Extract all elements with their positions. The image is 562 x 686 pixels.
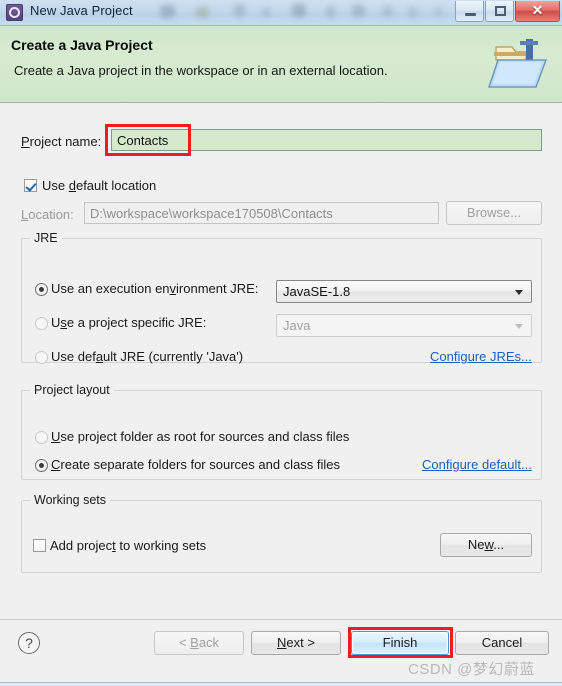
window-controls: ✕ — [454, 1, 560, 22]
finish-button[interactable]: Finish — [351, 631, 449, 655]
jre-default-label: Use default JRE (currently 'Java') — [51, 349, 244, 364]
minimize-icon — [465, 13, 476, 16]
cancel-button[interactable]: Cancel — [455, 631, 549, 655]
browse-button[interactable]: Browse... — [446, 201, 542, 225]
layout-project-folder-radio[interactable] — [35, 431, 48, 444]
close-icon: ✕ — [531, 2, 544, 18]
layout-separate-folders-radio[interactable] — [35, 459, 48, 472]
project-name-input[interactable]: Contacts — [111, 129, 542, 151]
new-working-set-button[interactable]: New... — [440, 533, 532, 557]
execution-environment-value: JavaSE-1.8 — [283, 284, 351, 299]
specific-jre-combo[interactable]: Java — [276, 314, 532, 337]
project-layout-group-title: Project layout — [30, 383, 114, 397]
jre-default-radio[interactable] — [35, 351, 48, 364]
maximize-button[interactable] — [485, 1, 514, 22]
banner-title: Create a Java Project — [11, 37, 153, 53]
help-button[interactable]: ? — [18, 632, 40, 654]
use-default-location-checkbox[interactable] — [24, 179, 37, 192]
specific-jre-value: Java — [283, 318, 311, 333]
configure-default-link[interactable]: Configure default... — [422, 457, 532, 472]
minimize-button[interactable] — [455, 1, 484, 22]
window-icon — [6, 4, 23, 21]
layout-project-folder-label: Use project folder as root for sources a… — [51, 429, 350, 444]
next-button[interactable]: Next > — [251, 631, 341, 655]
window-title: New Java Project — [30, 3, 133, 18]
execution-environment-combo[interactable]: JavaSE-1.8 — [276, 280, 532, 303]
configure-jres-link[interactable]: Configure JREs... — [430, 349, 532, 364]
wizard-banner: Create a Java Project Create a Java proj… — [0, 26, 562, 103]
location-label: Location: — [21, 207, 74, 222]
use-default-location-label: Use default location — [42, 178, 157, 193]
gear-icon — [9, 7, 20, 18]
chevron-down-icon — [515, 324, 523, 329]
jre-exec-env-radio[interactable] — [35, 283, 48, 296]
jre-specific-radio[interactable] — [35, 317, 48, 330]
working-sets-group-title: Working sets — [30, 493, 111, 507]
title-bar: New Java Project ✕ — [0, 0, 562, 26]
close-button[interactable]: ✕ — [515, 1, 560, 22]
maximize-icon — [495, 6, 506, 16]
back-button[interactable]: < Back — [154, 631, 244, 655]
chevron-down-icon — [515, 290, 523, 295]
jre-group-title: JRE — [30, 231, 62, 245]
dialog-body: Project name: Contacts Use default locat… — [0, 103, 562, 619]
add-to-working-sets-label: Add project to working sets — [50, 538, 207, 553]
project-name-label: Project name: — [21, 134, 102, 149]
banner-subtitle: Create a Java project in the workspace o… — [14, 63, 388, 78]
add-to-working-sets-checkbox[interactable] — [33, 539, 46, 552]
csdn-watermark: CSDN @梦幻蔚蓝 — [408, 661, 535, 678]
java-project-folder-icon — [488, 39, 547, 88]
layout-separate-folders-label: Create separate folders for sources and … — [51, 457, 341, 472]
jre-exec-env-label: Use an execution environment JRE: — [51, 281, 259, 296]
new-java-project-dialog: New Java Project ✕ Create a Java Project… — [0, 0, 562, 686]
location-input[interactable]: D:\workspace\workspace170508\Contacts — [84, 202, 439, 224]
jre-specific-label: Use a project specific JRE: — [51, 315, 207, 330]
window-bottom-edge — [0, 682, 562, 686]
